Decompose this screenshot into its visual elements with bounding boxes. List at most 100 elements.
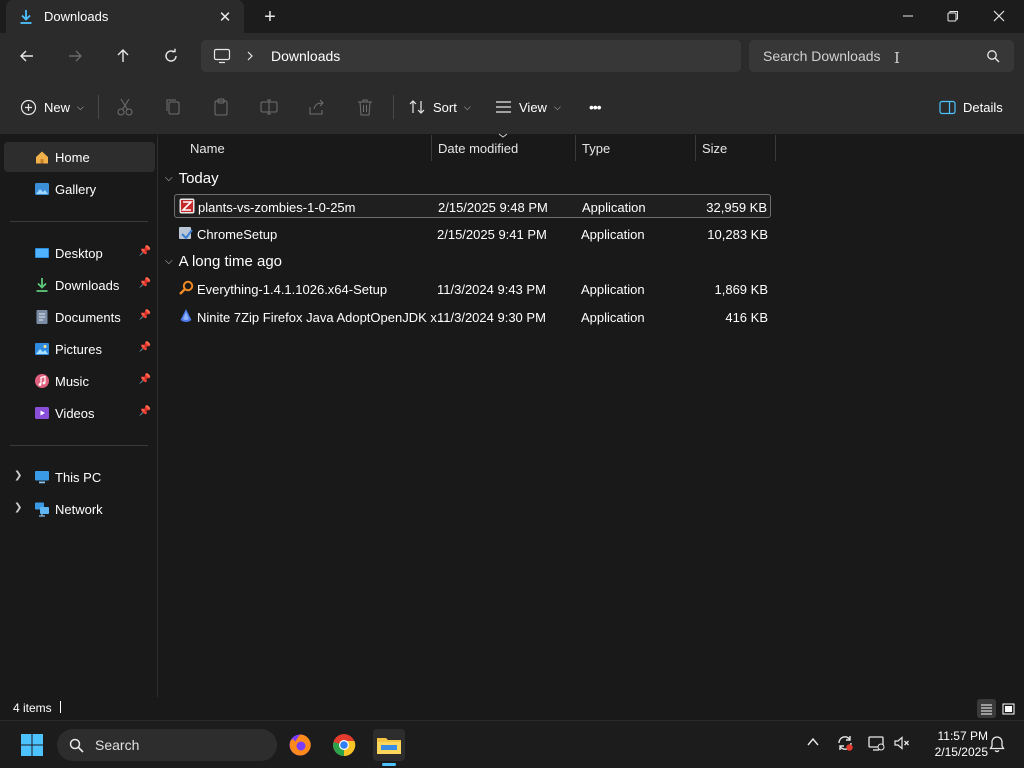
refresh-icon: [165, 48, 177, 62]
copy-icon[interactable]: [163, 97, 183, 117]
refresh-button[interactable]: [156, 41, 186, 71]
taskbar-app-file-explorer[interactable]: [373, 729, 405, 766]
minimize-button[interactable]: [885, 0, 931, 31]
details-label: Details: [963, 99, 1003, 115]
pvz-installer-icon: [179, 198, 195, 214]
group-header-today[interactable]: ⌵ Today: [165, 170, 219, 187]
tab-downloads[interactable]: Downloads ✕: [6, 0, 244, 33]
rename-icon[interactable]: [259, 97, 279, 117]
pin-icon[interactable]: 📌: [139, 406, 151, 417]
sidebar-label: Desktop: [55, 245, 103, 261]
sidebar-label: Home: [55, 149, 90, 165]
close-window-button[interactable]: [976, 0, 1022, 31]
breadcrumb-downloads[interactable]: Downloads: [271, 48, 340, 64]
sync-icon[interactable]: [836, 734, 854, 752]
share-icon[interactable]: [307, 97, 327, 117]
sidebar-item-videos[interactable]: Videos 📌: [4, 398, 155, 428]
chevron-down-icon: ⌵: [463, 101, 471, 112]
network-status-icon[interactable]: [867, 734, 885, 752]
sidebar-item-this-pc[interactable]: ❯ This PC: [4, 462, 155, 492]
column-resize-handle[interactable]: [775, 135, 776, 161]
chevron-right-icon[interactable]: [245, 51, 255, 61]
view-button[interactable]: View ⌵: [495, 93, 561, 121]
column-header-type[interactable]: Type: [576, 135, 695, 161]
file-type: Application: [581, 310, 645, 325]
chevron-down-icon: ⌵: [165, 256, 173, 267]
table-row[interactable]: Ninite 7Zip Firefox Java AdoptOpenJDK x.…: [174, 305, 771, 329]
sidebar-item-documents[interactable]: Documents 📌: [4, 302, 155, 332]
divider: [98, 95, 99, 119]
sidebar-item-music[interactable]: Music 📌: [4, 366, 155, 396]
taskbar-search[interactable]: Search: [57, 729, 277, 761]
address-bar[interactable]: Downloads: [201, 40, 741, 72]
text-cursor-icon: I: [894, 49, 900, 67]
column-label: Size: [702, 140, 728, 156]
sidebar-item-gallery[interactable]: Gallery: [4, 174, 155, 204]
delete-icon[interactable]: [355, 97, 375, 117]
system-clock[interactable]: 11:57 PM 2/15/2025: [918, 728, 988, 760]
search-input[interactable]: [749, 40, 1014, 72]
new-tab-icon[interactable]: +: [258, 5, 282, 29]
volume-muted-icon[interactable]: [893, 734, 911, 752]
chevron-down-icon: ⌵: [77, 101, 84, 112]
file-date: 2/15/2025 9:48 PM: [438, 200, 548, 215]
restore-button[interactable]: [930, 0, 976, 31]
pin-icon[interactable]: 📌: [139, 310, 151, 321]
sidebar-label: Pictures: [55, 341, 102, 357]
table-row[interactable]: ChromeSetup 2/15/2025 9:41 PM Applicatio…: [174, 222, 771, 246]
tiles-view-button[interactable]: [999, 699, 1018, 718]
sidebar-item-home[interactable]: Home: [4, 142, 155, 172]
pictures-icon: [35, 343, 49, 355]
up-button[interactable]: [108, 41, 138, 71]
paste-icon[interactable]: [211, 97, 231, 117]
title-bar: Downloads ✕ +: [0, 0, 1024, 33]
pin-icon[interactable]: 📌: [139, 278, 151, 289]
file-size: 416 KB: [725, 310, 768, 325]
chevron-down-icon: ⌵: [165, 173, 173, 184]
status-separator: [60, 701, 61, 713]
file-type: Application: [581, 227, 645, 242]
file-type: Application: [582, 200, 646, 215]
magnifier-icon: [179, 280, 194, 295]
ninite-icon: [180, 309, 192, 322]
sidebar-item-desktop[interactable]: Desktop 📌: [4, 238, 155, 268]
column-header-date[interactable]: Date modified: [432, 135, 575, 161]
search-icon[interactable]: [986, 49, 1000, 63]
chevron-up-icon[interactable]: [806, 735, 820, 749]
group-header-long-ago[interactable]: ⌵ A long time ago: [165, 253, 282, 270]
video-icon: [35, 407, 49, 419]
start-button[interactable]: [16, 729, 48, 761]
command-bar: New ⌵ Sort ⌵ View ⌵ ••• Details: [0, 79, 1024, 135]
more-options-button[interactable]: •••: [589, 93, 602, 121]
document-icon: [36, 310, 48, 324]
sidebar-item-network[interactable]: ❯ Network: [4, 494, 155, 524]
arrow-left-icon: [20, 50, 33, 62]
chevron-right-icon[interactable]: ❯: [14, 470, 22, 481]
column-header-size[interactable]: Size: [696, 135, 775, 161]
sidebar-item-pictures[interactable]: Pictures 📌: [4, 334, 155, 364]
chevron-right-icon[interactable]: ❯: [14, 502, 22, 513]
new-button[interactable]: New ⌵: [20, 93, 84, 121]
cut-icon[interactable]: [115, 97, 135, 117]
table-row[interactable]: plants-vs-zombies-1-0-25m 2/15/2025 9:48…: [174, 194, 771, 218]
windows-logo-icon: [21, 734, 43, 756]
details-pane-button[interactable]: Details: [939, 93, 1003, 121]
pin-icon[interactable]: 📌: [139, 246, 151, 257]
forward-button[interactable]: [60, 41, 90, 71]
pin-icon[interactable]: 📌: [139, 342, 151, 353]
notification-bell-icon[interactable]: [989, 735, 1005, 753]
chrome-icon: [333, 734, 356, 757]
details-view-icon: [981, 704, 992, 714]
column-header-name[interactable]: Name: [184, 135, 432, 161]
divider: [10, 221, 148, 222]
details-view-button[interactable]: [977, 699, 996, 718]
taskbar-app-firefox[interactable]: [284, 729, 316, 761]
tab-close-icon[interactable]: ✕: [214, 6, 236, 28]
taskbar-app-chrome[interactable]: [328, 729, 360, 761]
sidebar-item-downloads[interactable]: Downloads 📌: [4, 270, 155, 300]
table-row[interactable]: Everything-1.4.1.1026.x64-Setup 11/3/202…: [174, 277, 771, 301]
pin-icon[interactable]: 📌: [139, 374, 151, 385]
back-button[interactable]: [12, 41, 42, 71]
sort-button[interactable]: Sort ⌵: [408, 93, 471, 121]
chevron-down-icon: ⌵: [553, 101, 561, 112]
